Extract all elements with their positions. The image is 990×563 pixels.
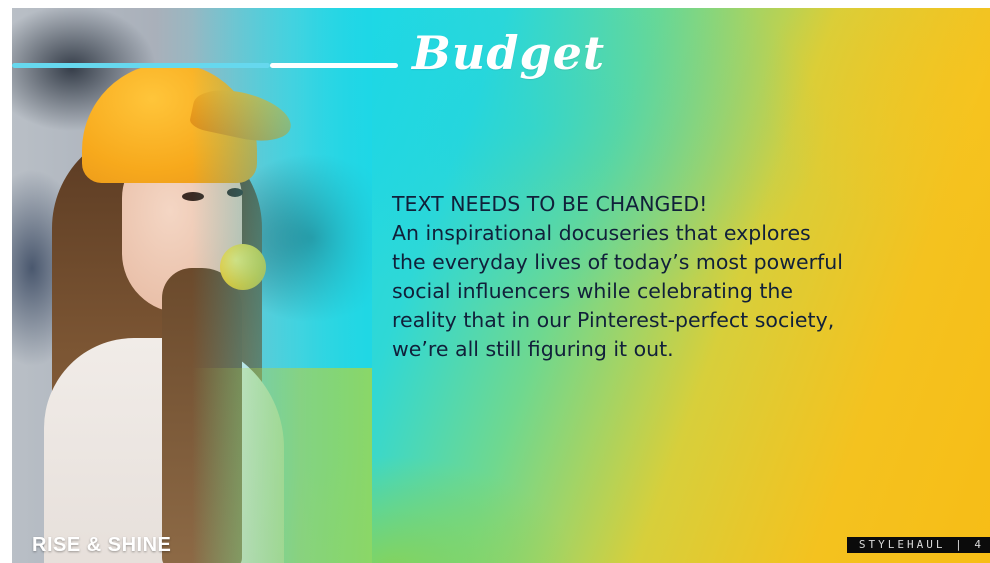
slide-title: Budget — [412, 26, 606, 80]
body-line: social influencers while celebrating the — [392, 279, 794, 303]
title-underline-white — [270, 63, 398, 68]
body-line: reality that in our Pinterest-perfect so… — [392, 308, 835, 332]
woman-photo — [12, 8, 372, 563]
slide-body-text: TEXT NEEDS TO BE CHANGED! An inspiration… — [392, 190, 952, 364]
photo-fade-bottom — [192, 368, 372, 563]
body-line: we’re all still figuring it out. — [392, 337, 674, 361]
brand-logo-text: RISE & SHINE — [32, 534, 172, 556]
title-underline-cyan — [12, 63, 270, 68]
body-line: the everyday lives of today’s most power… — [392, 250, 843, 274]
footer-page-tag: STYLEHAUL | 4 — [846, 537, 990, 553]
body-line: An inspirational docuseries that explore… — [392, 221, 811, 245]
body-line: TEXT NEEDS TO BE CHANGED! — [392, 192, 708, 216]
presentation-slide: Budget TEXT NEEDS TO BE CHANGED! An insp… — [12, 8, 990, 563]
